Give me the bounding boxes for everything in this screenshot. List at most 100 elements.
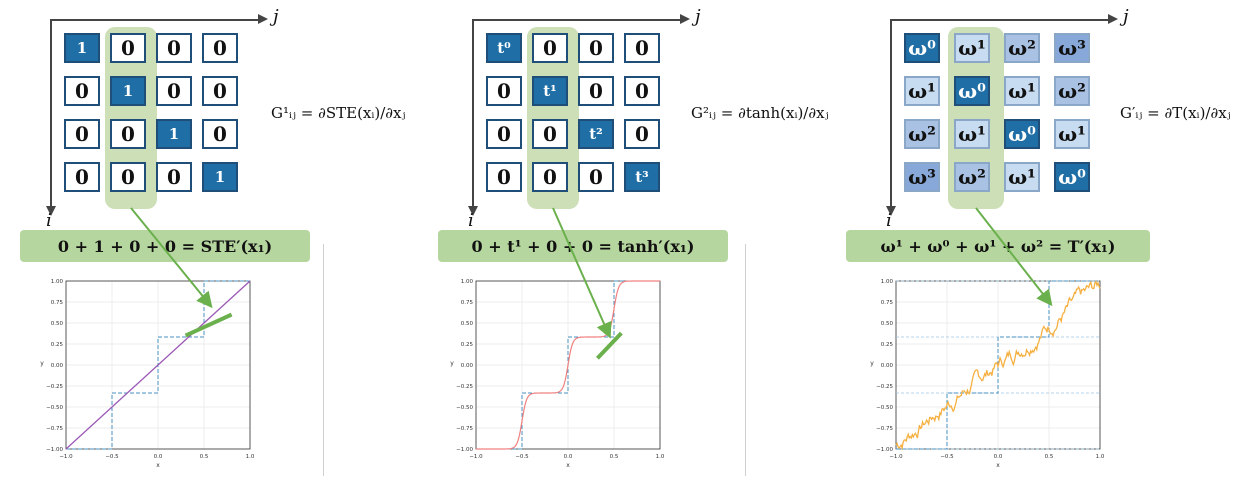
matrix-cell: 0 xyxy=(156,162,192,192)
matrix-cell: ω² xyxy=(954,162,990,192)
x-tick-label: 0.0 xyxy=(564,454,573,460)
x-tick-label: 0.0 xyxy=(994,454,1003,460)
x-tick-label: −0.5 xyxy=(940,454,954,460)
matrix-cell: 0 xyxy=(532,119,568,149)
jacobian-formula: G¹ᵢⱼ = ∂STE(xᵢ)/∂xⱼ xyxy=(271,104,406,122)
matrix-cell: t⁰ xyxy=(486,33,522,63)
y-tick-label: 1.00 xyxy=(51,279,64,285)
i-axis-line xyxy=(472,19,474,209)
y-tick-label: 0.50 xyxy=(461,321,474,327)
x-tick-label: −0.5 xyxy=(105,454,119,460)
y-tick-label: 0.75 xyxy=(461,300,474,306)
x-tick-label: 0.5 xyxy=(1045,454,1054,460)
matrix-cell: ω¹ xyxy=(904,76,940,106)
y-tick-label: 0.00 xyxy=(881,363,894,369)
y-tick-label: 0.25 xyxy=(881,342,894,348)
plot-tanh: 1.00 0.75 0.50 0.25 0.00 −0.25 −0.50 −0.75 −1.00… xyxy=(440,275,670,475)
j-axis-label: j xyxy=(1123,6,1129,27)
y-tick-label: 1.00 xyxy=(881,279,894,285)
sum-bar: 0 + t¹ + 0 + 0 = tanh′(x₁) xyxy=(438,230,728,262)
panel-omega: j i ω⁰ ω¹ ω² ω³ ω¹ ω⁰ ω¹ ω² ω² ω¹ ω⁰ ω¹ ω³ ω² ω¹ ω⁰ G′ᵢ… xyxy=(840,0,1259,486)
x-tick-label: 1.0 xyxy=(246,454,255,460)
j-axis-arrow xyxy=(258,14,268,24)
matrix-cell: t³ xyxy=(624,162,660,192)
matrix-cell: 0 xyxy=(110,162,146,192)
i-axis-label: i xyxy=(46,210,52,231)
y-axis-label: y xyxy=(450,360,454,367)
matrix-cell: t² xyxy=(578,119,614,149)
y-tick-label: −0.75 xyxy=(46,426,63,432)
matrix-cell: 0 xyxy=(624,76,660,106)
panel-tanh: j i t⁰ 0 0 0 0 t¹ 0 0 0 0 t² 0 0 0 0 t³ G²ᵢⱼ = ∂tanh(xᵢ… xyxy=(420,0,840,486)
matrix-cell: 0 xyxy=(64,119,100,149)
x-tick-label: 1.0 xyxy=(656,454,665,460)
x-tick-label: 1.0 xyxy=(1096,454,1105,460)
plot-svg: 1.000.750.500.250.00−0.25−0.50−0.75−1.00… xyxy=(450,279,665,469)
j-axis-arrow xyxy=(1108,14,1118,24)
y-tick-label: −0.50 xyxy=(46,405,63,411)
matrix-cell: 0 xyxy=(578,33,614,63)
matrix-cell: ω⁰ xyxy=(1004,119,1040,149)
y-tick-label: 0.75 xyxy=(881,300,894,306)
y-tick-label: −1.00 xyxy=(46,447,63,453)
x-axis-label: x xyxy=(996,462,1000,469)
j-axis-line xyxy=(50,19,260,21)
panel-ste: j i 1000010000100001 G¹ᵢⱼ = ∂STE(xᵢ)/∂xⱼ… xyxy=(0,0,420,486)
y-tick-label: −0.25 xyxy=(456,384,473,390)
matrix-cell: 0 xyxy=(64,162,100,192)
matrix-cell: ω¹ xyxy=(1004,76,1040,106)
matrix-cell: 0 xyxy=(486,162,522,192)
matrix-cell: ω¹ xyxy=(1004,162,1040,192)
matrix-cell: 0 xyxy=(624,33,660,63)
matrix-cell: ω⁰ xyxy=(1054,162,1090,192)
matrix-cell: ω² xyxy=(904,119,940,149)
matrix-cell: 0 xyxy=(110,119,146,149)
jacobian-formula: G²ᵢⱼ = ∂tanh(xᵢ)/∂xⱼ xyxy=(691,104,829,122)
j-axis-line xyxy=(890,19,1110,21)
matrix-cell: ω³ xyxy=(1054,33,1090,63)
j-axis-label: j xyxy=(273,6,279,27)
y-tick-label: −0.50 xyxy=(876,405,893,411)
matrix-cell: 0 xyxy=(486,76,522,106)
y-tick-label: 0.25 xyxy=(51,342,64,348)
matrix-cell: 0 xyxy=(486,119,522,149)
matrix-cell: 1 xyxy=(202,162,238,192)
matrix-cell: 0 xyxy=(110,33,146,63)
matrix-cell: 0 xyxy=(64,76,100,106)
matrix-cell: 0 xyxy=(624,119,660,149)
matrix-cell: 0 xyxy=(578,162,614,192)
y-tick-label: 0.00 xyxy=(461,363,474,369)
matrix-cell: 0 xyxy=(202,33,238,63)
y-tick-label: −1.00 xyxy=(456,447,473,453)
matrix-cell: t¹ xyxy=(532,76,568,106)
matrix-cell: 0 xyxy=(202,76,238,106)
plot-omega: 1.00 0.75 0.50 0.25 0.00 −0.25 −0.50 −0.75 −1.00… xyxy=(860,275,1110,475)
y-tick-label: −0.75 xyxy=(876,426,893,432)
y-tick-label: −0.75 xyxy=(456,426,473,432)
y-tick-label: −0.25 xyxy=(46,384,63,390)
y-tick-label: −0.25 xyxy=(876,384,893,390)
x-tick-label: 0.5 xyxy=(200,454,209,460)
matrix-cell: 1 xyxy=(110,76,146,106)
j-axis-label: j xyxy=(695,6,701,27)
matrix-cell: ω¹ xyxy=(1054,119,1090,149)
y-tick-label: 0.00 xyxy=(51,363,64,369)
x-axis-label: x xyxy=(156,462,160,469)
y-tick-label: 1.00 xyxy=(461,279,474,285)
matrix-cell: 1 xyxy=(64,33,100,63)
plot-ste: 1.00 0.75 0.50 0.25 0.00 −0.25 −0.50 −0.75 −1.00… xyxy=(30,275,260,475)
y-tick-label: 0.50 xyxy=(881,321,894,327)
x-axis-label: x xyxy=(566,462,570,469)
matrix-cell: 0 xyxy=(532,162,568,192)
j-axis-line xyxy=(472,19,682,21)
y-tick-label: 0.75 xyxy=(51,300,64,306)
y-axis-label: y xyxy=(40,360,44,367)
matrix-cell: 0 xyxy=(532,33,568,63)
i-axis-label: i xyxy=(468,210,474,231)
matrix-cell: ω² xyxy=(1054,76,1090,106)
matrix-cell: ω³ xyxy=(904,162,940,192)
jacobian-formula: G′ᵢⱼ = ∂T(xᵢ)/∂xⱼ xyxy=(1120,104,1231,122)
x-tick-label: −1.0 xyxy=(469,454,483,460)
matrix-cell: 0 xyxy=(578,76,614,106)
i-axis-line xyxy=(50,19,52,209)
